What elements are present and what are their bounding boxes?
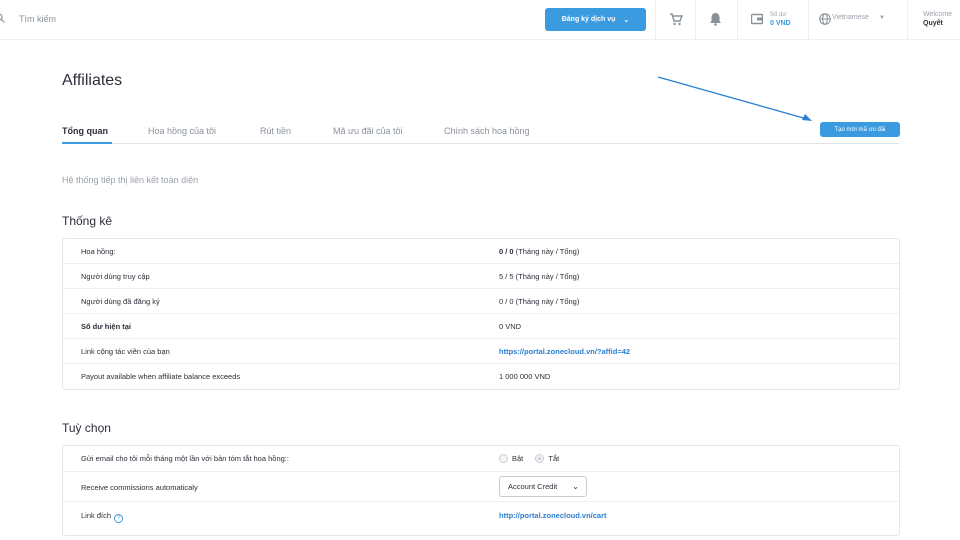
commission-method-select[interactable]: Account Credit ⌄ — [499, 476, 587, 497]
row-value: 0 VND — [499, 322, 522, 331]
active-tab-indicator — [62, 142, 112, 144]
stats-title: Thống kê — [62, 214, 113, 228]
tab-my-commissions[interactable]: Hoa hồng của tôi — [148, 126, 216, 136]
row-label: Gửi email cho tôi mỗi tháng một lần với … — [81, 454, 289, 463]
chevron-down-icon: ⌄ — [572, 482, 579, 491]
divider — [907, 0, 908, 40]
annotation-arrow — [657, 76, 812, 121]
table-row: Gửi email cho tôi mỗi tháng một lần với … — [63, 446, 899, 472]
table-row: Số dư hiện tại 0 VND — [63, 314, 899, 339]
row-label: Người dùng truy cập — [81, 272, 150, 281]
page-title: Affiliates — [62, 72, 123, 89]
user-menu[interactable]: Quyết — [923, 20, 943, 27]
options-table: Gửi email cho tôi mỗi tháng một lần với … — [62, 445, 900, 536]
balance-label: Số dư — [770, 12, 787, 18]
table-row: Người dùng truy cập 5 / 5 (Tháng này / T… — [63, 264, 899, 289]
welcome-label: Welcome — [923, 11, 953, 18]
table-row: Hoa hồng: 0 / 0 (Tháng này / Tổng) — [63, 239, 899, 264]
cart-icon[interactable] — [669, 13, 683, 26]
row-value: 0 / 0 (Tháng này / Tổng) — [499, 247, 579, 256]
row-label: Payout available when affiliate balance … — [81, 372, 241, 381]
target-link[interactable]: http://portal.zonecloud.vn/cart — [499, 511, 607, 520]
commission-count: 0 / 0 — [499, 247, 514, 256]
row-label: Link đích? — [81, 511, 124, 523]
caret-down-icon: ▼ — [879, 15, 885, 21]
top-bar: Tìm kiếm Đăng ký dịch vụ ⌄ Số dư 0 VND V… — [0, 0, 960, 40]
table-row: Link cộng tác viên của bạn https://porta… — [63, 339, 899, 364]
table-row: Payout available when affiliate balance … — [63, 364, 899, 389]
help-icon[interactable]: ? — [114, 514, 124, 523]
table-row: Link đích? http://portal.zonecloud.vn/ca… — [63, 502, 899, 535]
row-value: 0 / 0 (Tháng này / Tổng) — [499, 297, 580, 306]
select-value: Account Credit — [508, 482, 558, 491]
affiliate-link[interactable]: https://portal.zonecloud.vn/?affid=42 — [499, 347, 630, 356]
tab-commission-policy[interactable]: Chính sách hoa hồng — [444, 126, 530, 136]
tab-withdraw[interactable]: Rút tiền — [260, 126, 291, 136]
tab-overview[interactable]: Tổng quan — [62, 126, 108, 136]
table-row: Người dùng đã đăng ký 0 / 0 (Tháng này /… — [63, 289, 899, 314]
email-summary-radios: Bật Tắt — [499, 454, 569, 463]
tab-my-coupons[interactable]: Mã ưu đãi của tôi — [333, 126, 403, 136]
wallet-icon — [751, 13, 763, 25]
radio-off-label[interactable]: Tắt — [548, 454, 559, 463]
link-target-label: Link đích — [81, 511, 112, 520]
row-label: Số dư hiện tại — [81, 322, 132, 331]
register-service-label: Đăng ký dịch vụ — [561, 16, 616, 23]
divider — [655, 0, 656, 40]
row-label: Người dùng đã đăng ký — [81, 297, 160, 306]
divider — [695, 0, 696, 40]
globe-icon[interactable] — [819, 13, 831, 25]
radio-on[interactable] — [499, 454, 508, 463]
table-row: Receive commissions automaticaly Account… — [63, 472, 899, 502]
radio-on-label[interactable]: Bật — [512, 454, 523, 463]
row-label: Link cộng tác viên của bạn — [81, 347, 170, 356]
tab-bar: Tổng quan Hoa hồng của tôi Rút tiền Mã ư… — [62, 124, 900, 144]
chevron-down-icon: ⌄ — [623, 16, 630, 24]
register-service-button[interactable]: Đăng ký dịch vụ ⌄ — [545, 8, 646, 31]
intro-text: Hệ thống tiếp thị liên kết toàn diện — [62, 175, 199, 185]
row-label: Receive commissions automaticaly — [81, 483, 198, 492]
row-value: 5 / 5 (Tháng này / Tổng) — [499, 272, 580, 281]
bell-icon[interactable] — [709, 12, 722, 26]
row-value: 1 000 000 VND — [499, 372, 551, 381]
divider — [808, 0, 809, 40]
balance-value: 0 VND — [770, 20, 791, 27]
radio-off[interactable] — [535, 454, 545, 463]
search-icon[interactable] — [0, 13, 6, 23]
divider — [737, 0, 738, 40]
commission-period: (Tháng này / Tổng) — [513, 247, 580, 256]
row-label: Hoa hồng: — [81, 247, 116, 256]
stats-table: Hoa hồng: 0 / 0 (Tháng này / Tổng) Người… — [62, 238, 900, 390]
search-input[interactable]: Tìm kiếm — [19, 14, 56, 24]
language-selector[interactable]: Vietnamese — [832, 14, 869, 21]
options-title: Tuỳ chọn — [62, 421, 111, 435]
